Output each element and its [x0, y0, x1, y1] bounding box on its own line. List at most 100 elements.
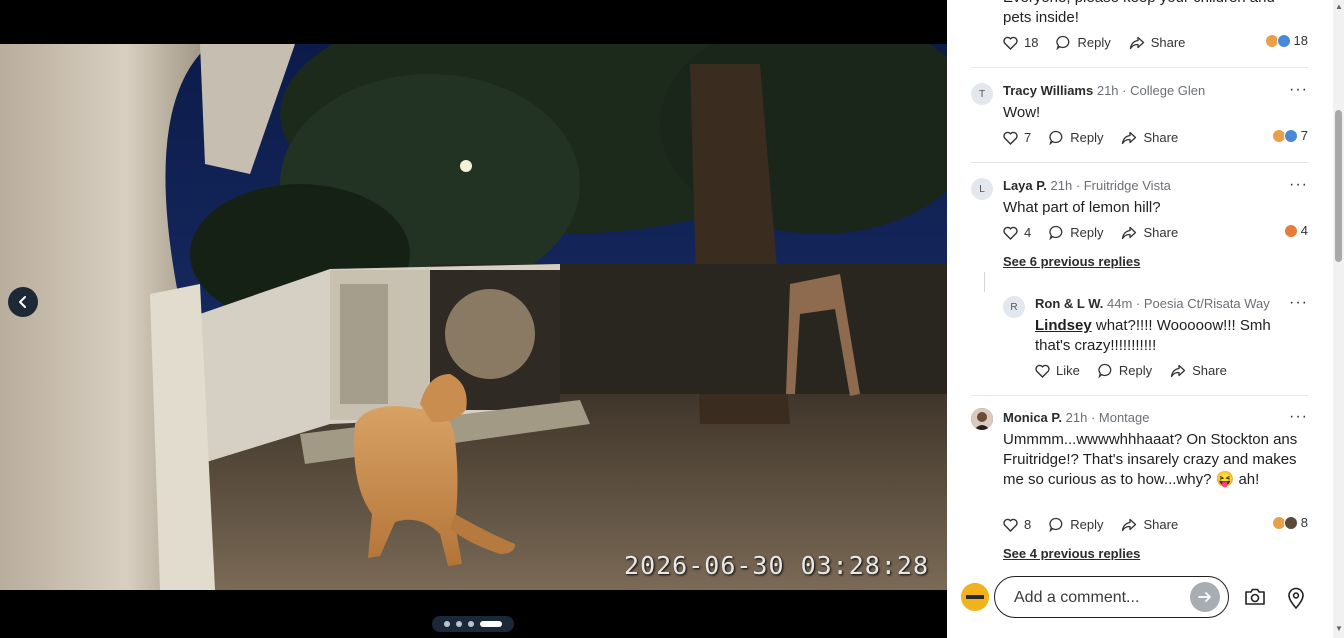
reactions-summary[interactable]: 18 [1264, 33, 1308, 48]
app-window: 2026-06-30 03:28:28 Everyone, please kee… [0, 0, 1344, 638]
reply-label: Reply [1070, 225, 1104, 240]
comment-actions: 8 Reply Share [1003, 517, 1178, 532]
comment-meta: 21h · Fruitridge Vista [1050, 178, 1171, 193]
comments-feed[interactable]: Everyone, please keep your children and … [947, 0, 1333, 560]
comment-item: L Laya P. 21h · Fruitridge Vista ··· Wha… [971, 176, 1308, 278]
reply-button[interactable]: Reply [1056, 35, 1111, 50]
mention-link[interactable]: Lindsey [1035, 317, 1092, 334]
reply-button[interactable]: Reply [1049, 130, 1103, 145]
comment-actions: 18 Reply Share [1003, 35, 1185, 50]
like-button[interactable]: Like [1035, 363, 1080, 378]
like-count: 8 [1024, 517, 1032, 532]
previous-photo-button[interactable] [8, 287, 38, 317]
like-button[interactable]: 7 [1003, 130, 1031, 145]
comment-item: Everyone, please keep your children and … [971, 0, 1308, 58]
share-button[interactable]: Share [1121, 130, 1178, 145]
speech-bubble-icon [1049, 225, 1063, 240]
security-camera-photo: 2026-06-30 03:28:28 [0, 44, 947, 590]
arrow-right-icon [1198, 592, 1211, 602]
comment-divider [971, 395, 1308, 396]
slide-dot[interactable] [456, 621, 462, 627]
reaction-icon [1283, 515, 1298, 530]
avatar[interactable]: R [1003, 296, 1025, 318]
comment-box [994, 576, 1229, 618]
share-arrow-icon [1170, 364, 1186, 377]
more-dots-icon[interactable]: ··· [1289, 176, 1308, 194]
share-button[interactable]: Share [1129, 35, 1185, 50]
comment-item: Monica P. 21h · Montage ··· Ummmm...wwww… [971, 408, 1308, 560]
slide-dot[interactable] [468, 621, 474, 627]
comment-divider [971, 162, 1308, 163]
avatar[interactable]: T [971, 83, 993, 105]
speech-bubble-icon [1056, 35, 1070, 50]
see-previous-replies-link[interactable]: See 4 previous replies [1003, 546, 1140, 560]
comment-author[interactable]: Tracy Williams [1003, 83, 1093, 98]
share-button[interactable]: Share [1121, 517, 1178, 532]
camera-button[interactable] [1244, 587, 1266, 612]
like-label: Like [1056, 363, 1080, 378]
like-count: 7 [1024, 130, 1032, 145]
comment-actions: 7 Reply Share [1003, 130, 1178, 145]
reaction-count: 4 [1300, 223, 1308, 238]
reactions-summary[interactable]: 7 [1271, 128, 1308, 143]
reply-button[interactable]: Reply [1098, 363, 1152, 378]
reply-button[interactable]: Reply [1049, 225, 1103, 240]
reply-label: Reply [1118, 363, 1153, 378]
like-button[interactable]: 18 [1003, 35, 1038, 50]
camera-timestamp: 2026-06-30 03:28:28 [624, 551, 929, 580]
camera-icon [1245, 588, 1265, 605]
avatar[interactable] [971, 408, 993, 430]
comment-body: Ummmm...wwwwhhhaaat? On Stockton ans Fru… [1003, 431, 1298, 488]
reaction-count: 7 [1300, 128, 1308, 143]
scroll-up-arrow-icon[interactable]: ▲ [1335, 2, 1343, 11]
chevron-left-icon [19, 296, 26, 308]
scroll-down-arrow-icon[interactable]: ▼ [1335, 624, 1343, 633]
share-label: Share [1143, 517, 1179, 532]
reactions-summary[interactable]: 8 [1271, 515, 1308, 530]
comment-divider [971, 67, 1308, 68]
comment-actions: Like Reply Share [1035, 363, 1227, 378]
more-dots-icon[interactable]: ··· [1289, 408, 1308, 426]
reply-thread-line [984, 272, 985, 292]
reply-label: Reply [1070, 517, 1104, 532]
heart-icon [1003, 36, 1018, 50]
more-dots-icon[interactable]: ··· [1289, 81, 1308, 99]
reaction-icon [1283, 128, 1298, 143]
location-pin-icon [1288, 587, 1304, 610]
current-user-avatar[interactable] [961, 583, 989, 611]
comment-actions: 4 Reply Share [1003, 225, 1178, 240]
comment-author[interactable]: Laya P. [1003, 178, 1047, 193]
comment-body: Wow! [1003, 104, 1041, 121]
comment-author[interactable]: Ron & L W. [1035, 296, 1103, 311]
comment-body: Everyone, please keep your children and … [1003, 0, 1275, 26]
comment-meta: 21h · Montage [1065, 410, 1150, 425]
comment-header: Tracy Williams 21h · College Glen [1003, 83, 1205, 98]
speech-bubble-icon [1049, 130, 1063, 145]
scrollbar[interactable]: ▲ ▼ [1333, 0, 1344, 638]
media-viewer: 2026-06-30 03:28:28 [0, 0, 947, 638]
slide-dot[interactable] [444, 621, 450, 627]
more-dots-icon[interactable]: ··· [1289, 294, 1308, 312]
like-button[interactable]: 8 [1003, 517, 1031, 532]
comment-author[interactable]: Monica P. [1003, 410, 1062, 425]
reaction-icon [1276, 33, 1291, 48]
share-label: Share [1143, 130, 1179, 145]
location-button[interactable] [1287, 587, 1305, 614]
reply-button[interactable]: Reply [1049, 517, 1103, 532]
send-button[interactable] [1190, 582, 1220, 612]
scrollbar-thumb[interactable] [1335, 110, 1342, 262]
like-button[interactable]: 4 [1003, 225, 1031, 240]
comment-meta: 21h · College Glen [1096, 83, 1206, 98]
share-button[interactable]: Share [1170, 363, 1227, 378]
see-previous-replies-link[interactable]: See 6 previous replies [1003, 254, 1140, 269]
share-button[interactable]: Share [1121, 225, 1178, 240]
night-backyard-image [0, 44, 947, 590]
slide-dot-active[interactable] [480, 621, 502, 627]
share-arrow-icon [1122, 518, 1137, 531]
comment-input[interactable] [1014, 587, 1179, 609]
share-label: Share [1143, 225, 1179, 240]
avatar[interactable]: L [971, 178, 993, 200]
reactions-summary[interactable]: 4 [1283, 223, 1308, 238]
comments-panel: Everyone, please keep your children and … [947, 0, 1344, 638]
comment-body: Lindsey what?!!!! Wooooow!!! Smh that's … [1035, 316, 1285, 356]
